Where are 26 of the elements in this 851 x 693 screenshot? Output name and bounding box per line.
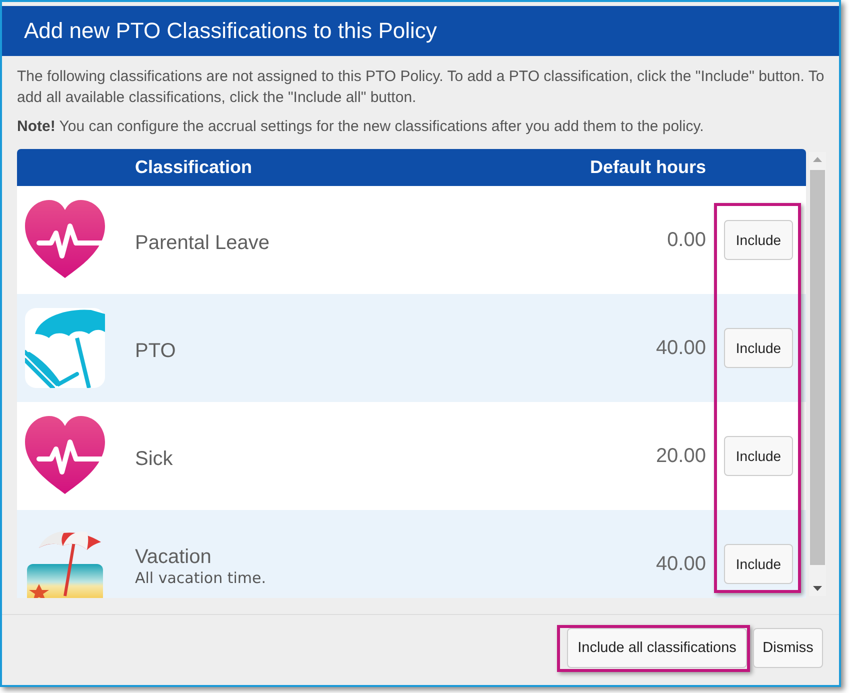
scrollbar-thumb[interactable]	[810, 170, 825, 565]
heart-pulse-icon	[25, 416, 105, 496]
dialog-title: Add new PTO Classifications to this Policy	[24, 18, 437, 44]
default-hours: 0.00	[667, 228, 706, 252]
heart-pulse-icon	[25, 200, 105, 280]
scroll-up-arrow-icon[interactable]	[813, 157, 822, 162]
default-hours: 40.00	[656, 552, 706, 576]
include-button[interactable]: Include	[724, 544, 793, 584]
column-header: Classification	[135, 157, 252, 178]
scroll-down-arrow-icon[interactable]	[813, 586, 822, 591]
include-button[interactable]: Include	[724, 220, 793, 260]
default-hours: 40.00	[656, 336, 706, 360]
note-text: Note! You can configure the accrual settings for the new classifications after you add them to the policy.	[17, 117, 705, 136]
default-hours: 20.00	[656, 444, 706, 468]
column-header: Default hours	[590, 157, 706, 178]
classification-name: Sick	[135, 448, 174, 470]
include-all-button[interactable]: Include all classifications	[567, 628, 747, 668]
include-button[interactable]: Include	[724, 328, 793, 368]
classification-description: All vacation time.	[135, 568, 268, 588]
dismiss-button[interactable]: Dismiss	[753, 628, 823, 668]
intro-text: The following classifications are not assigned to this PTO Policy. To add a PTO classification, click the "Include" button. To add all available classifications, click the "Include all" button.	[17, 67, 826, 108]
include-button[interactable]: Include	[724, 436, 793, 476]
beach-chair-umbrella-icon	[25, 308, 105, 388]
classification-name: PTO	[135, 340, 177, 362]
classification-name: Vacation	[135, 546, 212, 568]
classification-name: Parental Leave	[135, 232, 271, 254]
